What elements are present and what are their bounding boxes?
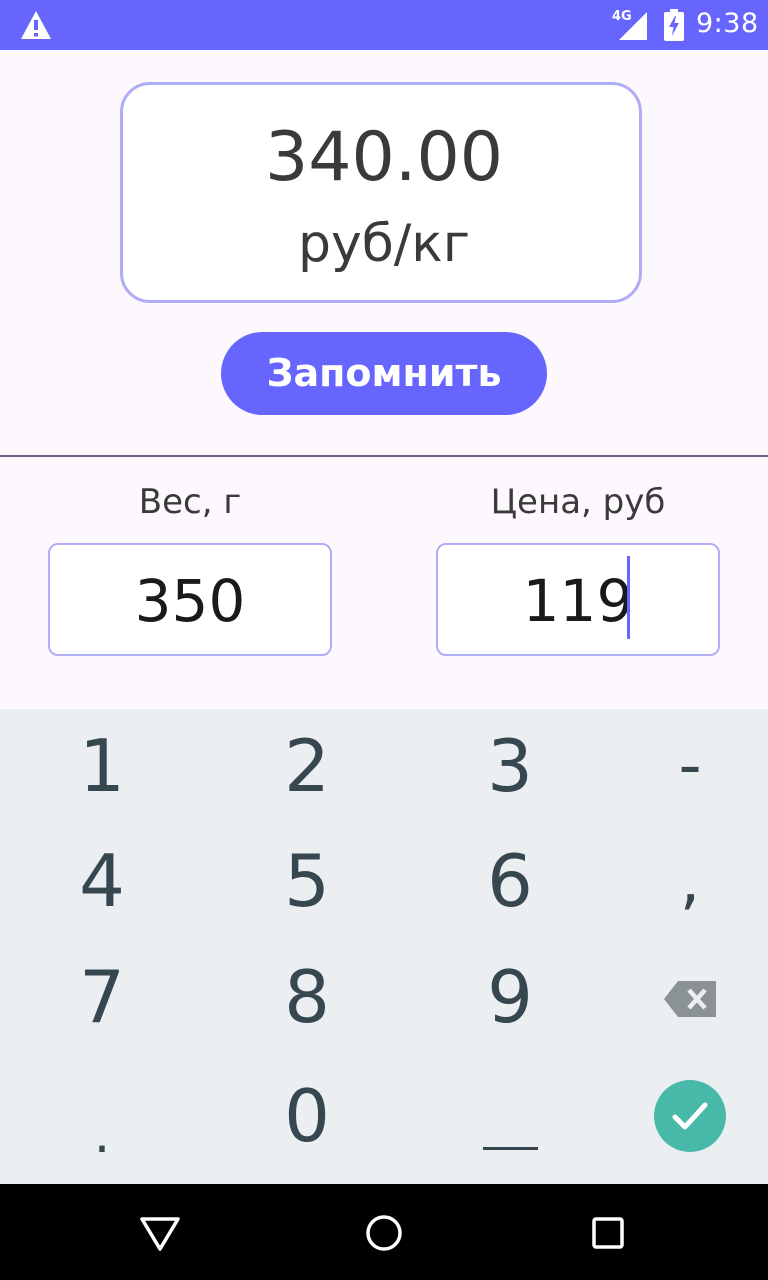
home-icon[interactable] xyxy=(362,1211,406,1255)
weight-label: Вес, г xyxy=(138,482,242,522)
key-6[interactable]: 6 xyxy=(414,824,606,939)
key-7[interactable]: 7 xyxy=(6,940,198,1055)
save-button[interactable]: Запомнить xyxy=(221,332,547,415)
signal-icon xyxy=(619,12,647,40)
key-0[interactable]: 0 xyxy=(211,1059,403,1174)
space-bar-icon[interactable] xyxy=(483,1147,538,1150)
price-per-kg-unit: руб/кг xyxy=(297,214,471,274)
key-4[interactable]: 4 xyxy=(6,824,198,939)
key-1[interactable]: 1 xyxy=(6,709,198,824)
price-input-value: 119 xyxy=(522,567,634,635)
price-input[interactable]: 119 xyxy=(436,543,720,656)
key-minus[interactable]: - xyxy=(594,709,768,824)
done-button[interactable] xyxy=(654,1080,726,1152)
battery-charging-icon xyxy=(664,9,684,41)
status-bar: 4G 9:38 xyxy=(0,0,768,50)
checkmark-icon xyxy=(672,1102,708,1130)
key-3[interactable]: 3 xyxy=(414,709,606,824)
recents-icon[interactable] xyxy=(586,1211,630,1255)
price-per-kg-value: 340.00 xyxy=(265,118,503,197)
key-8[interactable]: 8 xyxy=(211,940,403,1055)
warning-icon xyxy=(21,11,51,39)
key-5[interactable]: 5 xyxy=(211,824,403,939)
price-label: Цена, руб xyxy=(490,482,666,522)
divider xyxy=(0,455,768,457)
back-icon[interactable] xyxy=(138,1211,182,1255)
weight-input-value: 350 xyxy=(134,567,246,635)
clock: 9:38 xyxy=(696,8,759,39)
backspace-icon[interactable] xyxy=(664,981,716,1017)
key-2[interactable]: 2 xyxy=(211,709,403,824)
key-comma[interactable]: , xyxy=(594,824,768,939)
key-9[interactable]: 9 xyxy=(414,940,606,1055)
text-cursor xyxy=(627,556,630,639)
key-period[interactable]: . xyxy=(6,1078,198,1193)
weight-input[interactable]: 350 xyxy=(48,543,332,656)
